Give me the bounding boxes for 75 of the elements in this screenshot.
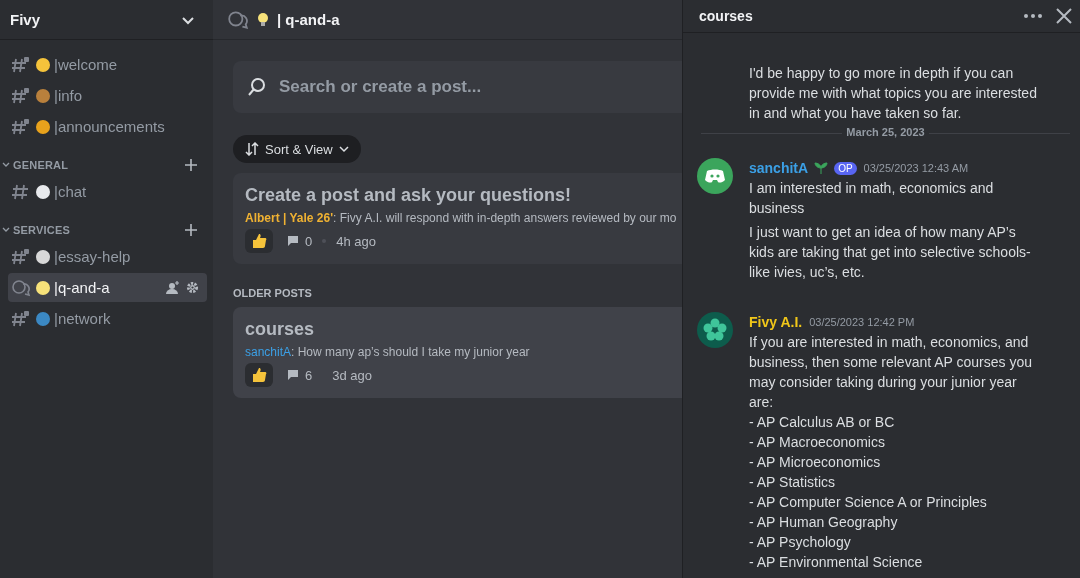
- post-card[interactable]: Create a post and ask your questions! Albert | Yale 26': Fivy A.I. will respond with in-depth answers reviewed by our mo 0 4h ago: [233, 173, 682, 264]
- emoji-icon: [35, 183, 51, 200]
- emoji-icon: [35, 56, 51, 73]
- post-time: 3d ago: [332, 367, 372, 383]
- locked-hash-icon: [11, 86, 31, 105]
- category-label[interactable]: SERVICES: [13, 224, 71, 236]
- close-icon[interactable]: [1056, 8, 1072, 24]
- emoji-icon: [35, 87, 51, 104]
- channel-item[interactable]: |q-and-a: [8, 273, 207, 302]
- message-text: - AP Environmental Science: [749, 553, 924, 572]
- add-channel-icon[interactable]: [185, 224, 197, 236]
- collapse-caret-icon[interactable]: [2, 226, 10, 234]
- section-label: OLDER POSTS: [233, 287, 313, 299]
- chevron-down-icon: [338, 144, 349, 154]
- channel-item[interactable]: |announcements: [8, 112, 207, 141]
- thumbs-up-icon[interactable]: [245, 229, 273, 253]
- channel-item[interactable]: |essay-help: [8, 242, 207, 271]
- channel-item[interactable]: |info: [8, 81, 207, 110]
- lightbulb-icon: [257, 11, 269, 28]
- op-badge: OP: [834, 161, 857, 175]
- channel-item[interactable]: |network: [8, 304, 207, 333]
- post-preview: Albert | Yale 26': Fivy A.I. will respond with in-depth answers reviewed by our mo: [245, 211, 678, 225]
- timestamp: 03/25/2023 12:42 PM: [809, 316, 915, 328]
- avatar[interactable]: [697, 312, 733, 348]
- settings-icon[interactable]: [186, 281, 199, 294]
- post-title: Create a post and ask your questions!: [245, 185, 573, 206]
- emoji-icon: [35, 310, 51, 327]
- locked-hash-icon: [11, 117, 31, 136]
- author-name[interactable]: sanchitA: [749, 160, 809, 176]
- comment-count: 0: [305, 233, 313, 249]
- channel-item[interactable]: |welcome: [8, 50, 207, 79]
- invite-icon[interactable]: [166, 280, 180, 295]
- emoji-icon: [35, 118, 51, 135]
- hash-icon: [11, 182, 31, 201]
- message-text: I am interested in math, economics and business: [749, 179, 995, 218]
- thumbs-up-icon[interactable]: [245, 363, 273, 387]
- message-text: I just want to get an idea of how many AP’s kids are taking that get into selective schools-like ivies, uc’s, etc.: [749, 223, 1032, 282]
- timestamp: 03/25/2023 12:43 AM: [863, 162, 969, 174]
- thread-title: courses: [699, 8, 753, 24]
- comment-icon: [287, 235, 299, 247]
- server-name[interactable]: Fivy: [10, 11, 40, 28]
- forum-icon: [227, 9, 249, 30]
- message-text: - AP Calculus AB or BC: [749, 413, 896, 432]
- sprout-icon: [813, 161, 830, 175]
- emoji-icon: [35, 279, 51, 296]
- channel-item[interactable]: |chat: [8, 177, 207, 206]
- sort-view-button[interactable]: Sort & View: [233, 135, 361, 163]
- message-text: - AP Computer Science A or Principles: [749, 493, 988, 512]
- locked-hash-icon: [11, 309, 31, 328]
- message-text: - AP Statistics: [749, 473, 837, 492]
- sort-arrows-icon: [245, 142, 259, 156]
- post-time: 4h ago: [336, 233, 376, 249]
- collapse-caret-icon[interactable]: [2, 161, 10, 169]
- forum-icon: [11, 278, 31, 297]
- message-text: - AP Microeconomics: [749, 453, 882, 472]
- author-name[interactable]: Fivy A.I.: [749, 314, 803, 330]
- locked-hash-icon: [11, 55, 31, 74]
- add-channel-icon[interactable]: [185, 159, 197, 171]
- message-text: - AP Human Geography: [749, 513, 899, 532]
- category-label[interactable]: GENERAL: [13, 159, 69, 171]
- comment-icon: [287, 369, 299, 381]
- emoji-icon: [35, 248, 51, 265]
- message-text: I'd be happy to go more in depth if you can provide me with what topics you are interested in and what you have taken so far.: [749, 64, 1038, 123]
- message-text: If you are interested in math, economics, and business, then some relevant AP courses you may consider taking during your junior year are:: [749, 333, 1033, 412]
- post-preview: sanchitA: How many ap’s should I take my junior year: [245, 345, 531, 359]
- locked-hash-icon: [11, 247, 31, 266]
- more-options-icon[interactable]: [1024, 14, 1042, 18]
- post-title: courses: [245, 319, 316, 340]
- message-text: - AP Psychology: [749, 533, 852, 552]
- comment-count: 6: [305, 367, 313, 383]
- message-text: - AP Macroeconomics: [749, 433, 886, 452]
- avatar[interactable]: [697, 158, 733, 194]
- post-card[interactable]: courses sanchitA: How many ap’s should I take my junior year 6 3d ago: [233, 307, 682, 398]
- search-field[interactable]: Search or create a post...: [233, 61, 682, 113]
- channel-title: | q-and-a: [277, 11, 340, 28]
